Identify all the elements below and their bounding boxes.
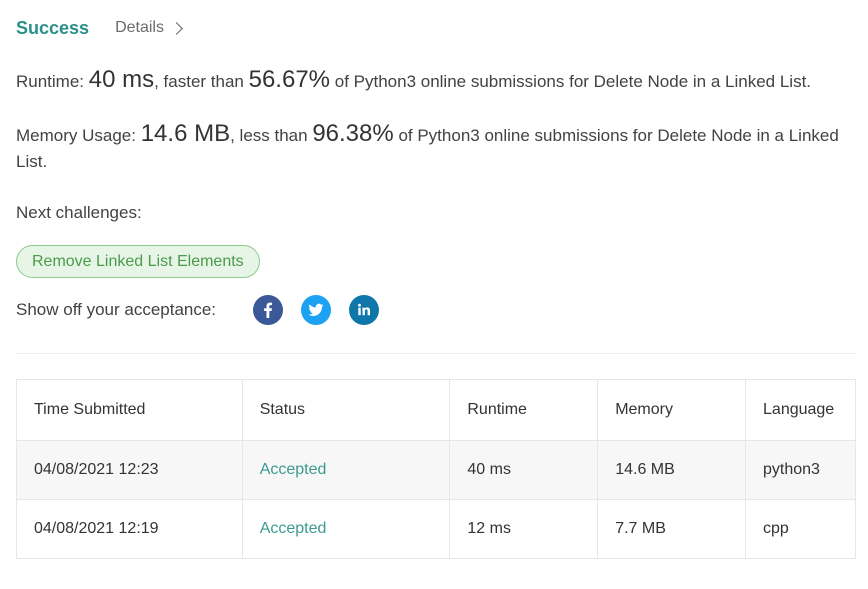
submissions-table: Time Submitted Status Runtime Memory Lan… (16, 379, 856, 559)
cell-status: Accepted (241, 440, 451, 500)
memory-value: 14.6 MB (140, 120, 231, 147)
table-row: 04/08/2021 12:23 Accepted 40 ms 14.6 MB … (16, 440, 856, 500)
cell-time: 04/08/2021 12:23 (16, 440, 243, 500)
runtime-prefix: Runtime: (16, 72, 89, 91)
cell-status: Accepted (241, 499, 451, 559)
details-label: Details (115, 19, 164, 36)
cell-memory: 14.6 MB (597, 440, 747, 500)
cell-language: cpp (745, 499, 856, 559)
cell-memory: 7.7 MB (597, 499, 747, 559)
col-status: Status (241, 379, 451, 441)
table-row: 04/08/2021 12:19 Accepted 12 ms 7.7 MB c… (16, 499, 856, 559)
twitter-icon[interactable] (301, 295, 331, 325)
cell-runtime: 40 ms (449, 440, 599, 500)
memory-middle: , less than (230, 126, 313, 145)
table-header-row: Time Submitted Status Runtime Memory Lan… (16, 379, 856, 441)
success-status: Success (16, 17, 90, 38)
details-link[interactable]: Details (115, 19, 183, 37)
col-language: Language (745, 379, 856, 441)
runtime-percent: 56.67% (248, 66, 331, 93)
divider (16, 353, 856, 354)
result-header: Success Details (16, 14, 183, 42)
share-row: Show off your acceptance: (16, 294, 397, 326)
next-challenges-label: Next challenges: (16, 203, 142, 222)
cell-language: python3 (745, 440, 856, 500)
challenge-remove-linked-list-elements[interactable]: Remove Linked List Elements (16, 245, 260, 278)
cell-runtime: 12 ms (449, 499, 599, 559)
status-accepted-link[interactable]: Accepted (260, 461, 327, 478)
runtime-value: 40 ms (88, 66, 155, 93)
share-label: Show off your acceptance: (16, 300, 217, 319)
status-accepted-link[interactable]: Accepted (260, 520, 327, 537)
col-time-submitted: Time Submitted (16, 379, 243, 441)
linkedin-icon[interactable] (349, 295, 379, 325)
memory-prefix: Memory Usage: (16, 126, 141, 145)
cell-time: 04/08/2021 12:19 (16, 499, 243, 559)
memory-percent: 96.38% (312, 120, 394, 147)
runtime-middle: , faster than (154, 72, 249, 91)
facebook-icon[interactable] (253, 295, 283, 325)
memory-stat: Memory Usage: 14.6 MB, less than 96.38% … (16, 121, 846, 175)
col-memory: Memory (597, 379, 747, 441)
runtime-suffix: of Python3 online submissions for Delete… (330, 72, 812, 91)
chevron-right-icon (170, 22, 183, 35)
col-runtime: Runtime (449, 379, 599, 441)
runtime-stat: Runtime: 40 ms, faster than 56.67% of Py… (16, 67, 846, 95)
